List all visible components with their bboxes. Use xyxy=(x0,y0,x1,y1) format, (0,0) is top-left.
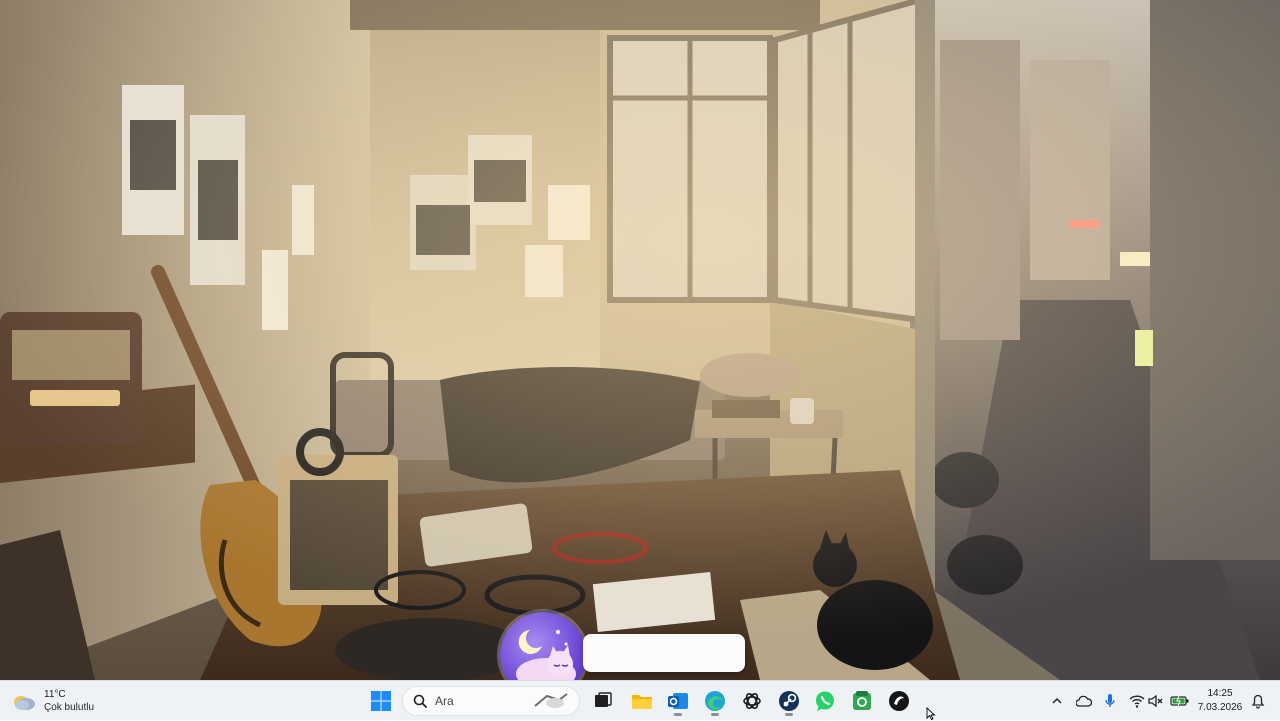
speaker-muted-icon xyxy=(1148,694,1163,708)
task-view-icon xyxy=(595,692,612,707)
chatgpt-button[interactable] xyxy=(736,685,768,717)
notifications-button[interactable] xyxy=(1248,691,1268,711)
start-button[interactable] xyxy=(365,685,397,717)
search-icon xyxy=(413,694,427,708)
search-highlight-icon xyxy=(534,693,568,708)
whatsapp-icon xyxy=(816,691,834,711)
cloudy-weather-icon xyxy=(14,696,35,710)
clock-date: 7.03.2026 xyxy=(1197,702,1243,713)
outlook-icon xyxy=(668,693,688,709)
battery-tray[interactable] xyxy=(1169,691,1191,711)
edge-button[interactable] xyxy=(699,685,731,717)
whatsapp-button[interactable] xyxy=(809,685,841,717)
taskbar: 11°C Çok bulutlu Ara 14:25 7.03.2026 xyxy=(0,680,1280,720)
wifi-icon xyxy=(1129,695,1145,708)
weather-temperature: 11°C xyxy=(44,689,66,700)
xbox-app-icon xyxy=(853,691,871,710)
onedrive-icon xyxy=(1076,695,1092,707)
clock[interactable]: 14:25 7.03.2026 xyxy=(1190,681,1250,721)
outlook-button[interactable] xyxy=(662,685,694,717)
media-app-icon xyxy=(889,691,909,711)
mouse-cursor-icon xyxy=(926,707,936,720)
desktop-wallpaper xyxy=(0,0,1280,680)
edge-icon xyxy=(705,691,725,711)
microphone-icon xyxy=(1105,694,1115,707)
start-icon xyxy=(371,691,391,711)
show-hidden-icons-button[interactable] xyxy=(1047,691,1067,711)
microphone-tray[interactable] xyxy=(1100,691,1120,711)
steam-icon xyxy=(779,691,799,711)
weather-widget[interactable]: 11°C Çok bulutlu xyxy=(12,681,122,721)
widget-text-panel[interactable] xyxy=(583,634,745,672)
clock-time: 14:25 xyxy=(1207,688,1233,699)
task-view-button[interactable] xyxy=(587,685,619,717)
file-explorer-icon xyxy=(632,695,652,709)
onedrive-tray[interactable] xyxy=(1074,691,1094,711)
weather-condition: Çok bulutlu xyxy=(44,702,95,713)
sleeping-cat-widget-avatar[interactable] xyxy=(500,612,586,680)
volume-tray[interactable] xyxy=(1146,691,1166,711)
sleeping-cat-icon xyxy=(516,630,576,680)
chatgpt-icon xyxy=(743,692,761,710)
notification-bell-icon xyxy=(1251,694,1265,709)
wifi-tray[interactable] xyxy=(1127,691,1147,711)
media-app-button[interactable] xyxy=(883,685,915,717)
battery-charging-icon xyxy=(1170,695,1189,707)
search-placeholder: Ara xyxy=(435,694,454,708)
file-explorer-button[interactable] xyxy=(626,685,658,717)
steam-button[interactable] xyxy=(773,685,805,717)
xbox-app-button[interactable] xyxy=(846,685,878,717)
taskbar-search-box[interactable]: Ara xyxy=(402,686,580,716)
chevron-up-icon xyxy=(1052,697,1062,704)
